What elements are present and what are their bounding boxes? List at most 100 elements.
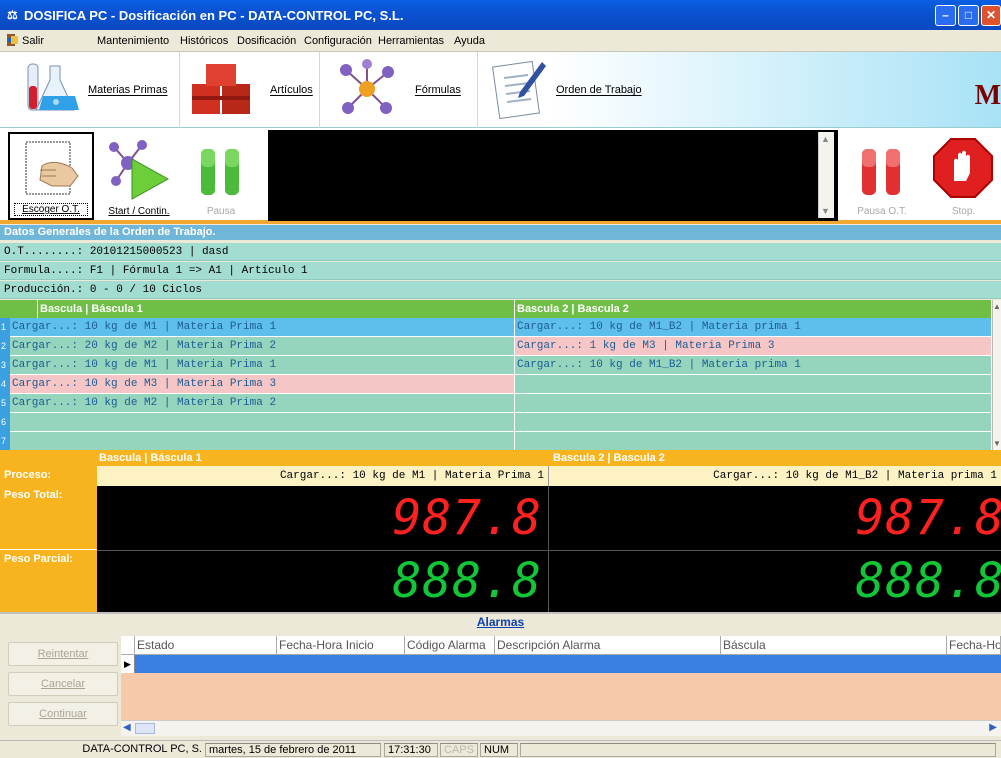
grid-row[interactable]: 7 (0, 432, 992, 451)
pause-red-icon (860, 147, 904, 200)
grid-cell-scale1[interactable]: Cargar...: 10 kg de M1 | Materia Prima 1 (10, 356, 515, 375)
retry-button[interactable]: Reintentar (8, 642, 118, 666)
title-bar[interactable]: ⚖ DOSIFICA PC - Dosificación en PC - DAT… (0, 0, 1001, 30)
grid-cell-scale1[interactable] (10, 432, 515, 451)
document-pen-icon (492, 58, 548, 123)
stop-button[interactable]: Stop. (926, 131, 1001, 219)
grid-scrollbar[interactable]: ▲ ▼ (992, 300, 1001, 450)
status-num: NUM (480, 743, 518, 757)
nav-materias-primas[interactable]: Materias Primas (0, 52, 180, 128)
grid-cell-scale1[interactable] (10, 413, 515, 432)
grid-cell-scale2[interactable] (515, 394, 992, 413)
peso-total-display-2: 987.8 (549, 486, 1001, 550)
continue-button[interactable]: Continuar (8, 702, 118, 726)
peso-total-display-1: 987.8 (97, 486, 549, 550)
status-company: DATA-CONTROL PC, S. (82, 743, 202, 755)
nav-articulos[interactable]: Artículos (180, 52, 320, 128)
grid-cell-scale2[interactable] (515, 413, 992, 432)
nav-label-formulas: Fórmulas (415, 84, 461, 96)
status-time: 17:31:30 (384, 743, 438, 757)
grid-cell-scale1[interactable]: Cargar...: 10 kg de M3 | Materia Prima 3 (10, 375, 515, 394)
alarms-panel: Alarmas Reintentar Cancelar Continuar Es… (0, 612, 1001, 738)
grid-cell-scale1[interactable]: Cargar...: 20 kg de M2 | Materia Prima 2 (10, 337, 515, 356)
menu-ayuda[interactable]: Ayuda (454, 35, 485, 47)
pause-button[interactable]: Pausa (182, 131, 260, 219)
grid-cell-scale2[interactable]: Cargar...: 10 kg de M1_B2 | Materia prim… (515, 318, 992, 337)
module-toolbar: Materias Primas Artículos Fórmulas Orden… (0, 52, 1001, 128)
alarms-col-codigo[interactable]: Código Alarma (405, 636, 495, 655)
grid-cell-scale1[interactable]: Cargar...: 10 kg de M1 | Materia Prima 1 (10, 318, 515, 337)
alarms-grid[interactable]: Estado Fecha-Hora Inicio Código Alarma D… (121, 636, 1001, 736)
scroll-up-icon[interactable]: ▲ (993, 302, 1001, 311)
menu-herramientas[interactable]: Herramientas (378, 35, 444, 47)
menu-dosificacion[interactable]: Dosificación (237, 35, 296, 47)
scroll-thumb[interactable] (135, 723, 155, 734)
grid-cell-scale2[interactable]: Cargar...: 10 kg de M1_B2 | Materia prim… (515, 356, 992, 375)
minimize-button[interactable]: – (935, 5, 956, 26)
status-empty (520, 743, 996, 757)
order-section-title: Datos Generales de la Orden de Trabajo. (0, 225, 1001, 240)
maximize-button[interactable]: □ (958, 5, 979, 26)
peso-parcial-label: Peso Parcial: (0, 550, 97, 612)
menu-exit[interactable]: Salir (22, 35, 44, 47)
close-button[interactable]: ✕ (981, 5, 1001, 26)
scroll-left-icon[interactable]: ◀ (123, 722, 131, 733)
menu-bar: Salir Mantenimiento Históricos Dosificac… (0, 30, 1001, 52)
grid-row[interactable]: 6 (0, 413, 992, 432)
peso-total-label: Peso Total: (0, 486, 97, 550)
grid-cell-scale1[interactable]: Cargar...: 10 kg de M2 | Materia Prima 2 (10, 394, 515, 413)
status-bar: DATA-CONTROL PC, S. martes, 15 de febrer… (0, 740, 1001, 758)
pause-ot-button[interactable]: Pausa O.T. (840, 131, 924, 219)
grid-row[interactable]: 5 Cargar...: 10 kg de M2 | Materia Prima … (0, 394, 992, 413)
grid-row-number: 2 (0, 337, 10, 356)
stop-hand-icon (932, 137, 994, 202)
alarms-title: Alarmas (476, 615, 525, 629)
alarms-col-estado[interactable]: Estado (135, 636, 277, 655)
grid-row-number: 7 (0, 432, 10, 451)
grid-row[interactable]: 2 Cargar...: 20 kg de M2 | Materia Prima … (0, 337, 992, 356)
peso-parcial-display-1: 888.8 (97, 550, 549, 612)
play-molecule-icon (108, 139, 172, 204)
menu-historicos[interactable]: Históricos (180, 35, 228, 47)
exit-icon (6, 33, 20, 50)
grid-cell-scale2[interactable]: Cargar...: 1 kg de M3 | Materia Prima 3 (515, 337, 992, 356)
alarms-col-bascula[interactable]: Báscula (721, 636, 947, 655)
pause-label: Pausa (206, 206, 236, 217)
grid-row[interactable]: 1 Cargar...: 10 kg de M1 | Materia Prima … (0, 318, 992, 337)
scroll-down-icon[interactable]: ▼ (821, 206, 830, 216)
grid-cell-scale2[interactable] (515, 375, 992, 394)
message-console (268, 130, 838, 221)
flasks-icon (18, 60, 80, 121)
molecule-icon (336, 58, 398, 123)
grid-cell-scale2[interactable] (515, 432, 992, 451)
start-button[interactable]: Start / Contin. (100, 131, 178, 219)
choose-ot-button[interactable]: Escoger O.T. (8, 132, 94, 220)
cancel-button[interactable]: Cancelar (8, 672, 118, 696)
grid-row-number: 4 (0, 375, 10, 394)
grid-header-scale2: Bascula 2 | Bascula 2 (515, 300, 992, 318)
scale-header-bar: Bascula | Báscula 1 Bascula 2 | Bascula … (0, 450, 1001, 466)
scroll-up-icon[interactable]: ▲ (821, 134, 830, 144)
menu-mantenimiento[interactable]: Mantenimiento (97, 35, 169, 47)
menu-configuracion[interactable]: Configuración (304, 35, 372, 47)
process-label: Proceso: (0, 466, 97, 486)
start-label: Start / Contin. (108, 206, 170, 217)
alarms-col-fecha-inicio[interactable]: Fecha-Hora Inicio (277, 636, 405, 655)
nav-formulas[interactable]: Fórmulas (320, 52, 478, 128)
alarms-hscrollbar[interactable]: ◀ ▶ (121, 720, 1001, 736)
scroll-right-icon[interactable]: ▶ (989, 722, 997, 733)
grid-row-number: 1 (0, 318, 10, 337)
alarms-col-fecha-hora[interactable]: Fecha-Ho (947, 636, 1001, 655)
scroll-down-icon[interactable]: ▼ (993, 439, 1001, 448)
grid-row[interactable]: 4 Cargar...: 10 kg de M3 | Materia Prima … (0, 375, 992, 394)
alarms-selected-row[interactable] (135, 655, 1001, 673)
console-scrollbar[interactable]: ▲ ▼ (818, 132, 834, 218)
grid-row-number: 5 (0, 394, 10, 413)
brand-logo: M (974, 80, 1001, 111)
grid-row[interactable]: 3 Cargar...: 10 kg de M1 | Materia Prima … (0, 356, 992, 375)
nav-label-materias-primas: Materias Primas (88, 84, 168, 96)
grid-row-number: 6 (0, 413, 10, 432)
stop-label: Stop. (951, 206, 976, 217)
nav-orden-trabajo[interactable]: Orden de Trabajo (478, 52, 658, 128)
alarms-col-descripcion[interactable]: Descripción Alarma (495, 636, 721, 655)
